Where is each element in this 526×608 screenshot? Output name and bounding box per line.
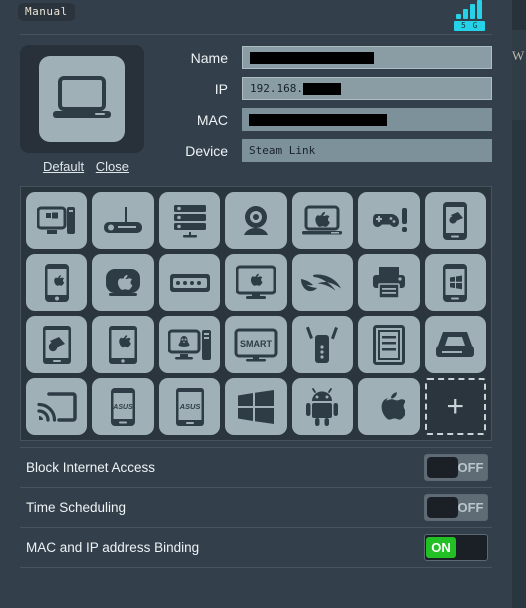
toggle-row-mac-ip-binding: MAC and IP address Binding ON xyxy=(20,527,492,568)
imac-icon[interactable] xyxy=(225,254,287,311)
game-console-icon[interactable] xyxy=(358,192,420,249)
windows-desktop-icon[interactable] xyxy=(26,192,88,249)
iphone-icon[interactable] xyxy=(26,254,88,311)
name-input[interactable] xyxy=(242,46,492,69)
background-text: W xyxy=(512,48,525,63)
android-robot-icon[interactable] xyxy=(291,378,354,435)
block-internet-access-state: OFF xyxy=(457,460,484,475)
toggle-knob xyxy=(427,457,458,478)
laptop-icon xyxy=(39,56,125,142)
modal-header: Manual 5 G xyxy=(8,0,504,34)
windows-phone-icon[interactable] xyxy=(424,254,486,311)
apple-tv-icon[interactable] xyxy=(92,254,154,311)
network-switch-icon[interactable] xyxy=(158,254,221,311)
webcam-icon[interactable] xyxy=(225,192,287,249)
close-link[interactable]: Close xyxy=(96,159,129,174)
ip-value: 192.168. xyxy=(250,82,303,95)
time-scheduling-label: Time Scheduling xyxy=(26,500,127,515)
asus-tablet-label: ASUS xyxy=(178,402,200,411)
time-scheduling-toggle[interactable]: OFF xyxy=(424,494,488,521)
plus-icon: + xyxy=(446,389,465,423)
mac-ip-binding-toggle[interactable]: ON xyxy=(424,534,488,561)
device-thumbnail[interactable] xyxy=(20,45,144,153)
device-detail-section: Default Close Name IP 192.168. MAC Devic… xyxy=(8,35,504,180)
device-icon-grid: SMART ASUS ASUS + xyxy=(21,192,491,435)
device-icon-picker: SMART ASUS ASUS + xyxy=(20,186,492,441)
signal-bars-icon: 5 G xyxy=(452,0,494,31)
device-fields: Name IP 192.168. MAC Device Steam Link xyxy=(152,45,492,174)
toggle-knob xyxy=(427,497,458,518)
name-redaction xyxy=(250,51,374,64)
field-row-device: Device Steam Link xyxy=(158,138,492,163)
printer-icon[interactable] xyxy=(358,254,420,311)
signal-band-label: 5 G xyxy=(454,21,486,31)
nas-server-icon[interactable] xyxy=(158,192,221,249)
smart-tv-label: SMART xyxy=(240,339,272,349)
block-internet-access-toggle[interactable]: OFF xyxy=(424,454,488,481)
default-link[interactable]: Default xyxy=(43,159,84,174)
asus-phone-icon[interactable]: ASUS xyxy=(92,378,154,435)
linux-pc-icon[interactable] xyxy=(158,316,221,373)
asus-phone-label: ASUS xyxy=(112,404,133,411)
rog-logo-icon[interactable] xyxy=(291,254,354,311)
thumbnail-actions: Default Close xyxy=(20,159,152,174)
field-row-mac: MAC xyxy=(158,107,492,132)
mode-badge[interactable]: Manual xyxy=(18,3,75,21)
smartphone-icon[interactable] xyxy=(424,192,486,249)
mac-redaction xyxy=(249,113,387,126)
windows-logo-icon[interactable] xyxy=(225,378,287,435)
block-internet-access-label: Block Internet Access xyxy=(26,460,156,475)
settings-toggle-list: Block Internet Access OFF Time Schedulin… xyxy=(20,447,492,568)
mac-ip-binding-label: MAC and IP address Binding xyxy=(26,540,200,555)
device-thumbnail-column: Default Close xyxy=(20,45,152,174)
ip-redaction xyxy=(302,82,341,95)
device-label: Device xyxy=(185,142,228,159)
signal-bars xyxy=(456,0,482,19)
name-label: Name xyxy=(190,49,228,66)
field-row-ip: IP 192.168. xyxy=(158,76,492,101)
router-icon[interactable] xyxy=(92,192,154,249)
toggle-knob xyxy=(454,537,485,558)
field-row-name: Name xyxy=(158,45,492,70)
device-value: Steam Link xyxy=(249,144,316,157)
time-scheduling-state: OFF xyxy=(457,500,484,515)
ip-label: IP xyxy=(214,80,228,97)
toggle-row-time-scheduling: Time Scheduling OFF xyxy=(20,487,492,527)
mac-ip-binding-state: ON xyxy=(426,537,456,558)
mac-value-box xyxy=(242,108,492,131)
toggle-row-block-internet-access: Block Internet Access OFF xyxy=(20,447,492,487)
device-value-box: Steam Link xyxy=(242,139,492,162)
ip-input[interactable]: 192.168. xyxy=(242,77,492,100)
ipad-icon[interactable] xyxy=(92,316,154,373)
range-extender-icon[interactable] xyxy=(291,316,354,373)
macbook-icon[interactable] xyxy=(291,192,354,249)
chromecast-icon[interactable] xyxy=(26,378,88,435)
client-detail-modal: Manual 5 G Default Close Name IP 192.168… xyxy=(0,0,512,608)
apple-logo-icon[interactable] xyxy=(358,378,420,435)
mac-label: MAC xyxy=(196,111,228,128)
android-tablet-icon[interactable] xyxy=(26,316,88,373)
scanner-icon[interactable] xyxy=(424,316,486,373)
add-custom-icon-button[interactable]: + xyxy=(424,378,486,435)
ereader-icon[interactable] xyxy=(358,316,420,373)
asus-tablet-icon[interactable]: ASUS xyxy=(158,378,221,435)
smart-tv-icon[interactable]: SMART xyxy=(225,316,287,373)
